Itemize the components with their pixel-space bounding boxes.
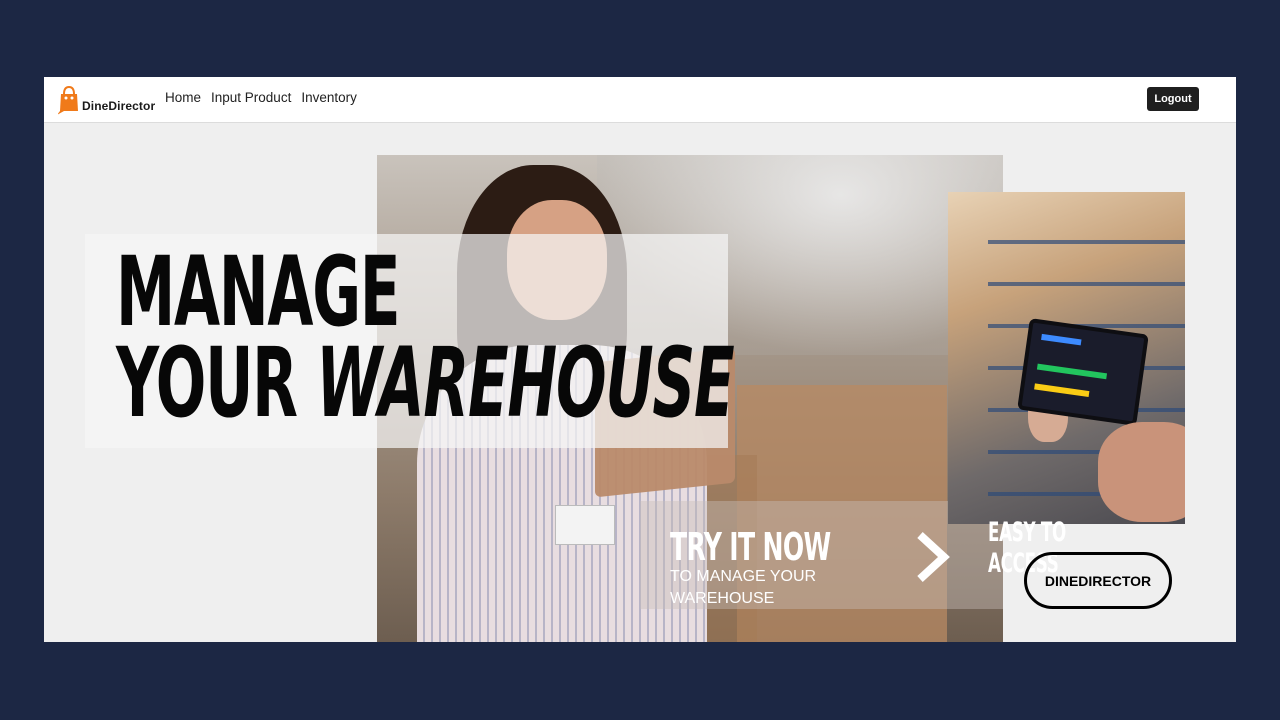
chevron-right-icon[interactable]	[912, 529, 952, 585]
cta-subtitle: TO MANAGE YOUR WAREHOUSE	[670, 568, 817, 607]
hero-headline: MANAGE YOUR WAREHOUSE	[116, 236, 735, 440]
brand-logo[interactable]: DineDirector	[57, 83, 156, 117]
browser-viewport: DineDirector Home Input Product Inventor…	[44, 77, 1236, 642]
brand-name: DineDirector	[82, 99, 156, 113]
cta-title[interactable]: TRY IT NOW	[670, 525, 831, 569]
shopping-bag-icon	[57, 85, 80, 115]
nav-input-product[interactable]: Input Product	[211, 90, 291, 105]
headline-line-1: MANAGE	[116, 236, 400, 348]
headline-line-2: YOUR WAREHOUSE	[116, 327, 735, 440]
main-nav: Home Input Product Inventory	[165, 90, 357, 105]
dinedirector-button[interactable]: DINEDIRECTOR	[1024, 552, 1172, 609]
logout-button[interactable]: Logout	[1147, 87, 1199, 111]
nav-inventory[interactable]: Inventory	[301, 90, 357, 105]
navbar: DineDirector Home Input Product Inventor…	[44, 77, 1236, 123]
headline-emphasis: WAREHOUSE	[316, 327, 734, 440]
tablet-warehouse-photo	[948, 192, 1185, 524]
nav-home[interactable]: Home	[165, 90, 201, 105]
